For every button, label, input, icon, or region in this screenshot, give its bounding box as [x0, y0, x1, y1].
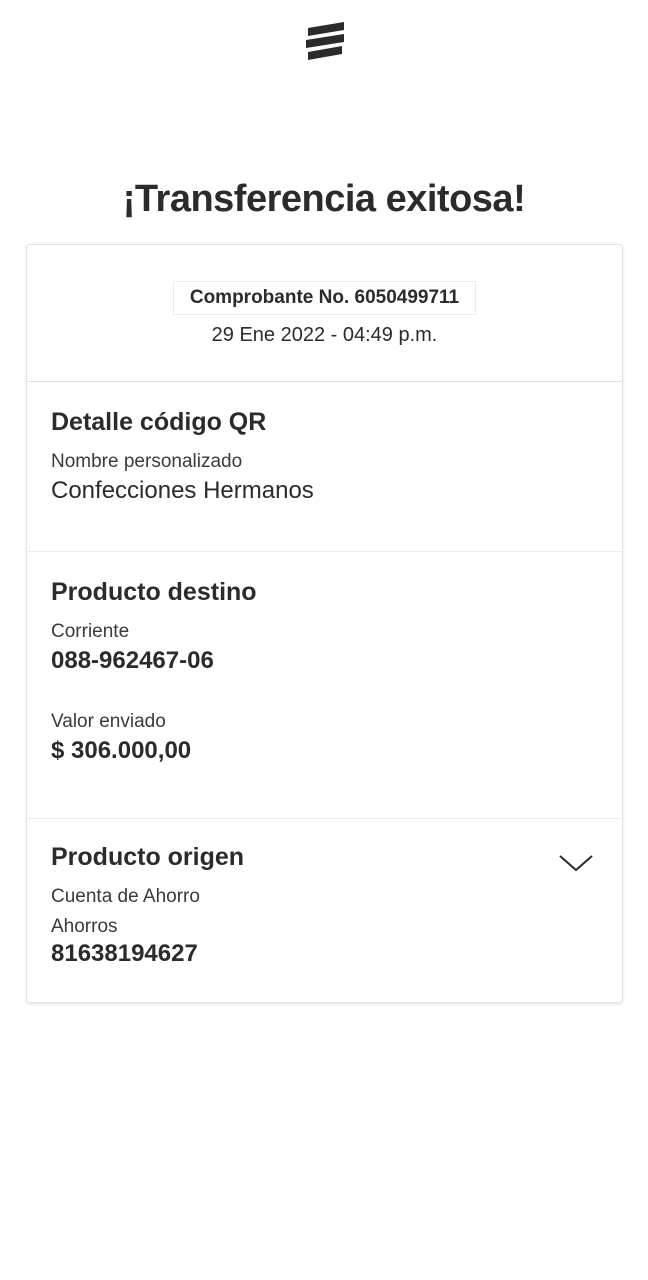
origin-account-number: 81638194627 — [51, 940, 198, 967]
bank-logo-icon — [300, 20, 350, 66]
transaction-date: 29 Ene 2022 - 04:49 p.m. — [211, 324, 438, 346]
origin-section: Producto origen Cuenta de Ahorro Ahorros… — [27, 819, 622, 968]
qr-detail-title: Detalle código QR — [51, 408, 267, 436]
voucher-number: Comprobante No. 6050499711 — [172, 281, 477, 315]
destination-section: Producto destino Corriente 088-962467-06… — [27, 552, 622, 819]
destination-account-type: Corriente — [51, 621, 130, 642]
amount-label: Valor enviado — [51, 711, 166, 732]
amount-value: $ 306.000,00 — [51, 737, 192, 764]
origin-account-subtype: Ahorros — [51, 916, 118, 937]
custom-name-value: Confecciones Hermanos — [51, 477, 314, 504]
origin-title: Producto origen — [51, 843, 245, 871]
page-title: ¡Transferencia exitosa! — [122, 178, 526, 220]
origin-account-type: Cuenta de Ahorro — [51, 886, 200, 907]
receipt-card: Comprobante No. 6050499711 29 Ene 2022 -… — [26, 244, 623, 1003]
qr-detail-section: Detalle código QR Nombre personalizado C… — [27, 382, 622, 552]
destination-title: Producto destino — [51, 578, 257, 606]
chevron-down-icon[interactable] — [558, 853, 594, 873]
custom-name-label: Nombre personalizado — [51, 451, 243, 472]
destination-account-number: 088-962467-06 — [51, 647, 214, 674]
receipt-header: Comprobante No. 6050499711 29 Ene 2022 -… — [27, 245, 622, 382]
